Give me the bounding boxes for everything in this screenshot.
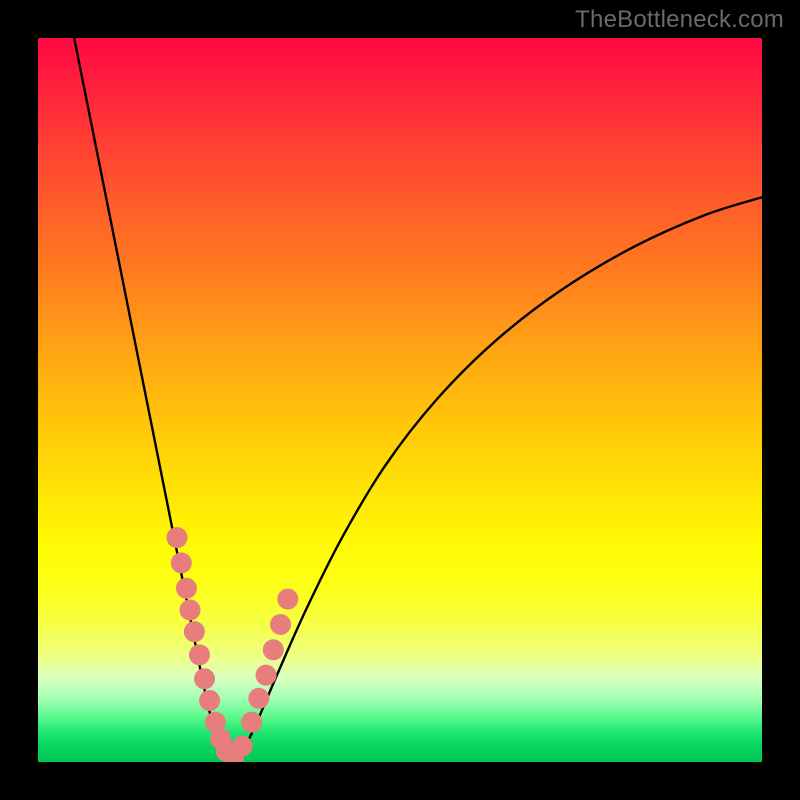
curve-right-branch bbox=[233, 197, 762, 762]
watermark-text: TheBottleneck.com bbox=[575, 6, 784, 34]
marker-dot bbox=[184, 621, 205, 642]
marker-dot bbox=[194, 668, 215, 689]
marker-dot bbox=[256, 665, 277, 686]
marker-dot bbox=[180, 599, 201, 620]
marker-dots bbox=[167, 527, 299, 762]
marker-dot bbox=[263, 639, 284, 660]
marker-dot bbox=[241, 712, 262, 733]
marker-dot bbox=[176, 578, 197, 599]
marker-dot bbox=[248, 688, 269, 709]
curve-layer bbox=[38, 38, 762, 762]
marker-dot bbox=[167, 527, 188, 548]
marker-dot bbox=[270, 614, 291, 635]
chart-frame: TheBottleneck.com bbox=[0, 0, 800, 800]
marker-dot bbox=[189, 644, 210, 665]
marker-dot bbox=[171, 552, 192, 573]
marker-dot bbox=[277, 589, 298, 610]
marker-dot bbox=[232, 736, 253, 757]
plot-area bbox=[38, 38, 762, 762]
marker-dot bbox=[199, 690, 220, 711]
